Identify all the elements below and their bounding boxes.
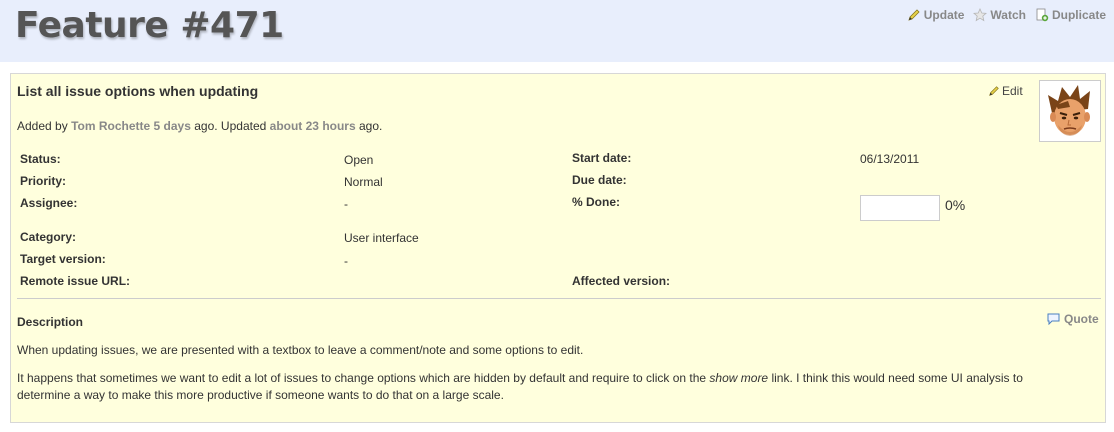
target-version-value: - (344, 254, 348, 268)
page-title: Feature #471 (15, 5, 284, 46)
contextual-actions: Update Watch Duplicate (907, 8, 1106, 22)
start-date-label: Start date: (572, 151, 632, 165)
pencil-icon (908, 9, 920, 21)
author-link[interactable]: Tom Rochette (71, 119, 150, 133)
start-date-value: 06/13/2011 (860, 152, 920, 166)
description-emphasis: show more (709, 371, 769, 385)
updated-time-link[interactable]: about 23 hours (270, 119, 356, 133)
author-avatar (1039, 80, 1101, 142)
description-paragraph-1: When updating issues, we are presented w… (17, 343, 584, 357)
avatar-image (1048, 85, 1090, 136)
edit-button[interactable]: Edit (988, 84, 1023, 98)
assignee-label: Assignee: (20, 196, 78, 210)
author-prefix: Added by (17, 119, 68, 133)
pencil-icon (989, 86, 999, 96)
category-value: User interface (344, 231, 419, 245)
comment-icon (1047, 313, 1060, 325)
category-label: Category: (20, 230, 77, 244)
author-line: Added by Tom Rochette 5 days ago. Update… (17, 119, 382, 133)
duplicate-label: Duplicate (1051, 8, 1106, 22)
remote-url-label: Remote issue URL: (20, 274, 131, 288)
star-icon (973, 8, 988, 22)
edit-label: Edit (1002, 84, 1023, 98)
duplicate-icon (1036, 8, 1049, 22)
update-label: Update (923, 8, 965, 22)
done-value: 0% (945, 197, 966, 213)
author-middle: ago. Updated (194, 119, 267, 133)
quote-label: Quote (1064, 312, 1099, 326)
status-value: Open (344, 153, 374, 167)
author-suffix: ago. (359, 119, 383, 133)
update-button[interactable]: Update (907, 8, 965, 22)
quote-button[interactable]: Quote (1047, 312, 1099, 326)
created-time-link[interactable]: 5 days (154, 119, 191, 133)
affected-version-label: Affected version: (572, 274, 671, 288)
description-title: Description (17, 315, 84, 329)
target-version-label: Target version: (20, 252, 106, 266)
done-label: % Done: (572, 195, 620, 209)
divider (17, 298, 1101, 299)
watch-label: Watch (990, 8, 1026, 22)
watch-button[interactable]: Watch (973, 8, 1026, 22)
due-date-label: Due date: (572, 173, 627, 187)
assignee-value: - (344, 197, 348, 211)
duplicate-button[interactable]: Duplicate (1035, 8, 1106, 22)
priority-label: Priority: (20, 174, 67, 188)
issue-details: List all issue options when updating Edi… (10, 73, 1106, 423)
issue-subject: List all issue options when updating (17, 83, 259, 99)
status-label: Status: (20, 152, 61, 166)
description-paragraph-2: It happens that sometimes we want to edi… (17, 370, 1077, 404)
description-text-before: It happens that sometimes we want to edi… (17, 371, 710, 385)
done-progress-bar (860, 195, 940, 221)
priority-value: Normal (344, 175, 383, 189)
